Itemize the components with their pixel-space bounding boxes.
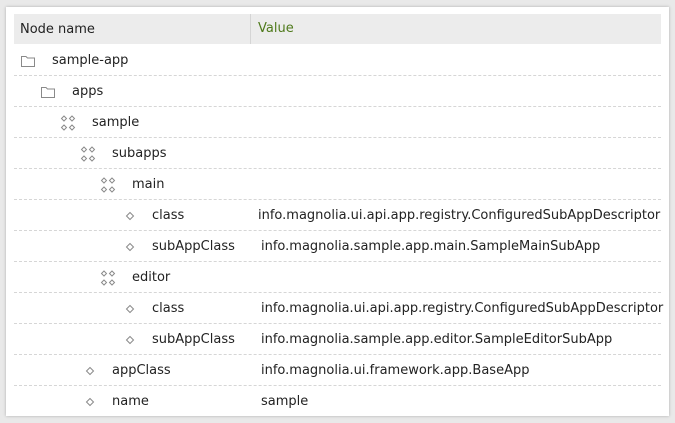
- table-row[interactable]: subAppClass info.magnolia.sample.app.edi…: [14, 324, 661, 355]
- table-row[interactable]: class info.magnolia.ui.api.app.registry.…: [14, 293, 664, 324]
- node-name: sample-app: [52, 53, 129, 68]
- node-name: name: [112, 394, 149, 409]
- table-row[interactable]: editor: [14, 262, 661, 293]
- node-value: sample: [261, 394, 309, 409]
- content-node-icon: [100, 270, 116, 286]
- table-row[interactable]: class info.magnolia.ui.api.app.registry.…: [14, 200, 661, 231]
- table-row[interactable]: sample-app: [14, 45, 661, 76]
- tree-table-panel: Node name Value sample-app apps sample s…: [6, 7, 669, 416]
- table-row[interactable]: subapps: [14, 138, 661, 169]
- node-name: class: [152, 301, 185, 316]
- property-icon: [82, 363, 98, 379]
- node-value: info.magnolia.ui.framework.app.BaseApp: [261, 363, 530, 378]
- node-name: subAppClass: [152, 332, 235, 347]
- column-header-value[interactable]: Value: [258, 14, 294, 44]
- node-value: info.magnolia.sample.app.main.SampleMain…: [261, 239, 601, 254]
- property-icon: [82, 394, 98, 410]
- node-name: main: [132, 177, 165, 192]
- table-row[interactable]: name sample: [14, 386, 661, 417]
- table-header: Node name Value: [14, 14, 661, 44]
- node-value: info.magnolia.ui.api.app.registry.Config…: [261, 301, 664, 316]
- node-name: apps: [72, 84, 104, 99]
- table-row[interactable]: appClass info.magnolia.ui.framework.app.…: [14, 355, 661, 386]
- node-name: appClass: [112, 363, 171, 378]
- table-row[interactable]: main: [14, 169, 661, 200]
- node-name: subAppClass: [152, 239, 235, 254]
- folder-icon: [40, 84, 56, 100]
- node-value: info.magnolia.ui.api.app.registry.Config…: [258, 208, 661, 223]
- table-row[interactable]: sample: [14, 107, 661, 138]
- node-value: info.magnolia.sample.app.editor.SampleEd…: [261, 332, 613, 347]
- property-icon: [122, 239, 138, 255]
- table-row[interactable]: subAppClass info.magnolia.sample.app.mai…: [14, 231, 661, 262]
- content-node-icon: [60, 115, 76, 131]
- property-icon: [122, 332, 138, 348]
- folder-icon: [20, 53, 36, 69]
- content-node-icon: [100, 177, 116, 193]
- node-name: subapps: [112, 146, 167, 161]
- tree-rows: sample-app apps sample subapps main clas…: [14, 45, 664, 417]
- node-name: class: [152, 208, 185, 223]
- node-name: editor: [132, 270, 171, 285]
- property-icon: [122, 208, 138, 224]
- property-icon: [122, 301, 138, 317]
- node-name: sample: [92, 115, 140, 130]
- table-row[interactable]: apps: [14, 76, 661, 107]
- column-header-node-name[interactable]: Node name: [20, 14, 95, 45]
- content-node-icon: [80, 146, 96, 162]
- column-divider[interactable]: [250, 14, 251, 44]
